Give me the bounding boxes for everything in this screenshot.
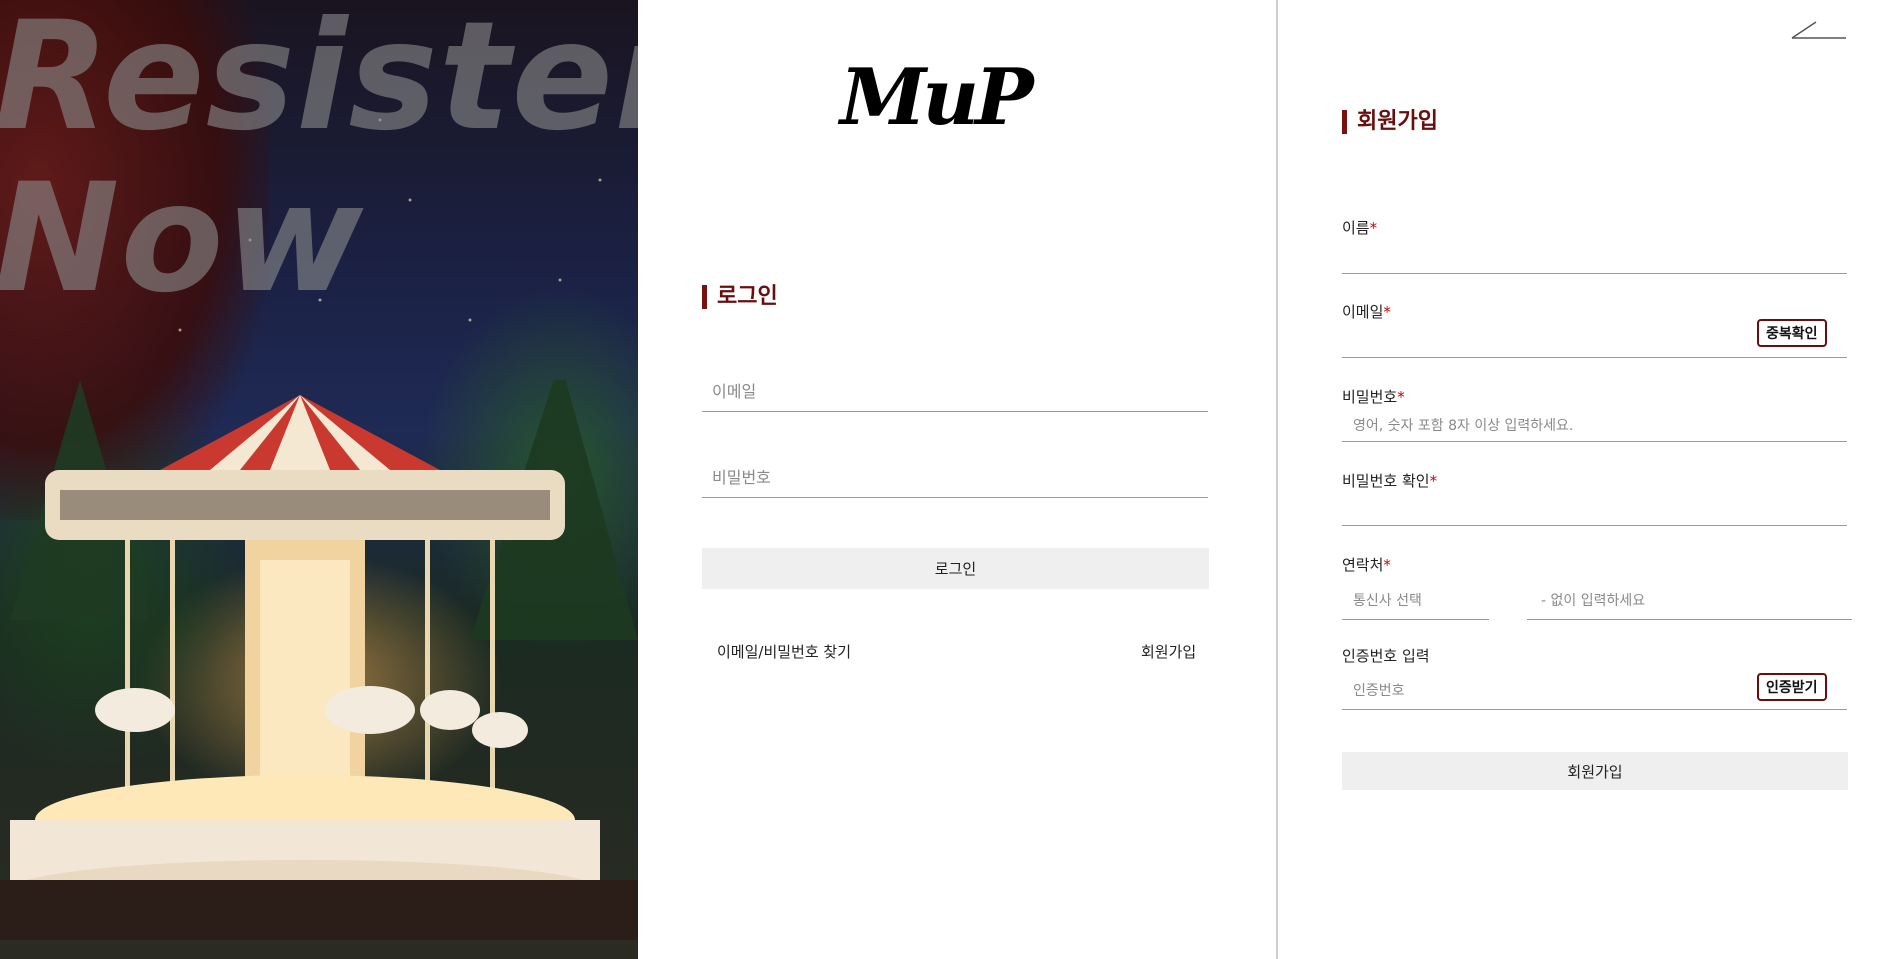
close-icon[interactable] [1790,20,1848,40]
password-confirm-field[interactable] [1342,496,1847,526]
phone-label: 연락처* [1342,554,1391,575]
required-mark: * [1383,556,1391,574]
login-password-input[interactable] [702,458,1208,497]
password-label-text: 비밀번호 [1342,388,1398,406]
password-confirm-label-text: 비밀번호 확인 [1342,472,1430,490]
phone-label-text: 연락처 [1342,556,1384,574]
duplicate-check-button[interactable]: 중복확인 [1757,319,1827,347]
phone-field[interactable] [1527,582,1852,620]
login-title: 로그인 [702,285,778,309]
required-mark: * [1429,472,1438,490]
name-label: 이름* [1342,217,1377,238]
required-mark: * [1369,219,1378,237]
register-title: 회원가입 [1342,110,1438,134]
hero-title-line1: Resister [0,0,638,164]
password-confirm-input[interactable] [1342,496,1847,525]
hero-title: Resister Now [0,0,638,320]
password-label: 비밀번호* [1342,386,1405,407]
email-label-text: 이메일 [1342,303,1384,321]
required-mark: * [1383,303,1391,321]
join-link[interactable]: 회원가입 [1141,641,1196,662]
name-field[interactable] [1342,244,1847,274]
email-label: 이메일* [1342,301,1391,322]
hero-title-line2: Now [0,152,365,326]
carrier-select[interactable] [1342,582,1489,620]
password-confirm-label: 비밀번호 확인* [1342,470,1437,491]
auth-label: 인증번호 입력 [1342,647,1430,665]
register-button[interactable]: 회원가입 [1342,752,1848,790]
phone-input[interactable] [1527,582,1852,619]
required-mark: * [1397,388,1405,406]
request-auth-button[interactable]: 인증받기 [1757,673,1827,701]
hero-image: Resister Now [0,0,638,959]
name-label-text: 이름 [1342,219,1370,237]
carrier-input[interactable] [1342,582,1489,619]
logo[interactable]: MuP [840,52,1034,143]
login-password-field[interactable] [702,458,1208,498]
password-field[interactable] [1342,410,1847,442]
login-email-input[interactable] [702,372,1208,411]
login-button[interactable]: 로그인 [702,548,1209,589]
carousel-illustration [0,380,638,940]
name-input[interactable] [1342,244,1847,273]
login-email-field[interactable] [702,372,1208,412]
password-input[interactable] [1342,410,1847,441]
vertical-divider [1276,0,1278,959]
find-account-link[interactable]: 이메일/비밀번호 찾기 [717,641,851,662]
